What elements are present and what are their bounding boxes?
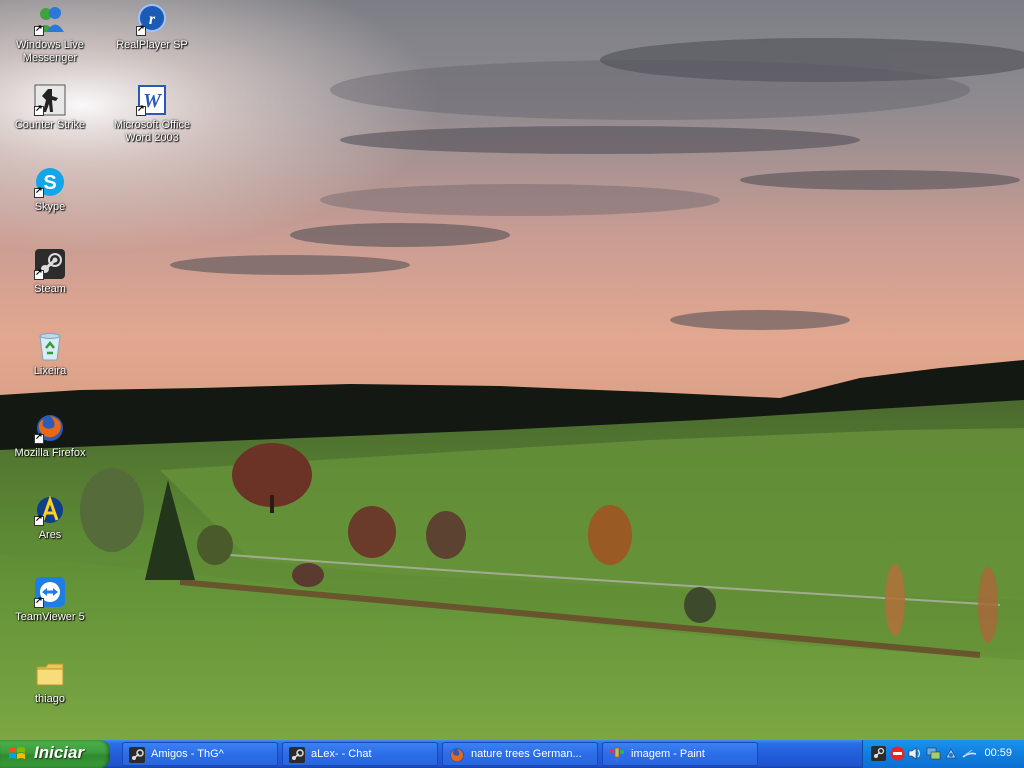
folder-icon <box>34 658 66 690</box>
svg-text:S: S <box>43 172 56 194</box>
messenger-icon <box>34 4 66 36</box>
taskbar-button-amigos[interactable]: Amigos - ThG^ <box>122 742 278 766</box>
counter-strike-icon <box>34 84 66 116</box>
desktop-icon-label: Steam <box>34 283 66 295</box>
desktop-icon-label: RealPlayer SP <box>116 39 188 51</box>
taskbar-button-firefox[interactable]: nature trees German... <box>442 742 598 766</box>
desktop-icon-ares[interactable]: Ares <box>5 494 95 542</box>
volume-icon[interactable] <box>908 746 923 761</box>
desktop-icon-mozilla-firefox[interactable]: Mozilla Firefox <box>5 412 95 460</box>
shortcut-arrow-icon <box>136 23 146 36</box>
pen-icon[interactable] <box>962 746 977 761</box>
desktop-icon-label: Counter Strike <box>14 119 86 131</box>
realplayer-icon: r <box>136 4 168 36</box>
system-tray: 00:59 <box>862 740 1024 768</box>
desktop-icon-recycle-bin[interactable]: Lixeira <box>5 330 95 378</box>
clock[interactable]: 00:59 <box>984 747 1012 759</box>
skype-icon: S <box>34 166 66 198</box>
desktop-icon-label: Mozilla Firefox <box>14 447 86 459</box>
desktop-icon-label: Windows Live Messenger <box>16 39 84 64</box>
network-icon[interactable] <box>926 746 941 761</box>
steam-icon <box>289 747 305 763</box>
desktop-icon-windows-live-messenger[interactable]: Windows Live Messenger <box>5 4 95 65</box>
steam-icon <box>129 747 145 763</box>
stop-tray-icon[interactable] <box>890 746 905 761</box>
shortcut-arrow-icon <box>34 513 44 526</box>
shortcut-arrow-icon <box>34 595 44 608</box>
shortcut-arrow-icon <box>34 431 44 444</box>
desktop-icon-label: Lixeira <box>33 365 67 377</box>
teamviewer-icon <box>34 576 66 608</box>
taskbar-button-label: Amigos - ThG^ <box>151 748 224 760</box>
start-button[interactable]: Iniciar <box>0 740 110 768</box>
taskbar: Iniciar Amigos - ThG^ aLex- - Chat natur… <box>0 740 1024 768</box>
taskbar-button-label: imagem - Paint <box>631 748 705 760</box>
firefox-icon <box>450 748 464 762</box>
desktop-icon-label: Ares <box>38 529 62 541</box>
word-icon: W <box>136 84 168 116</box>
recycle-bin-icon <box>34 330 66 362</box>
network-activity-icon[interactable] <box>944 746 959 761</box>
desktop-icon-teamviewer[interactable]: TeamViewer 5 <box>5 576 95 624</box>
firefox-icon <box>34 412 66 444</box>
steam-icon <box>34 248 66 280</box>
taskbar-button-alex-chat[interactable]: aLex- - Chat <box>282 742 438 766</box>
shortcut-arrow-icon <box>34 103 44 116</box>
paint-icon <box>610 747 624 762</box>
desktop: Windows Live Messenger r RealPlayer SP C… <box>0 0 1024 740</box>
desktop-icon-word-2003[interactable]: W Microsoft Office Word 2003 <box>107 84 197 145</box>
taskbar-button-label: aLex- - Chat <box>311 748 372 760</box>
desktop-icon-skype[interactable]: S Skype <box>5 166 95 214</box>
steam-tray-icon[interactable] <box>871 746 886 761</box>
start-label: Iniciar <box>34 743 85 762</box>
shortcut-arrow-icon <box>34 267 44 280</box>
windows-logo-icon <box>9 747 25 759</box>
desktop-icon-steam[interactable]: Steam <box>5 248 95 296</box>
svg-text:r: r <box>149 11 156 28</box>
taskbar-button-paint[interactable]: imagem - Paint <box>602 742 758 766</box>
desktop-icon-realplayer[interactable]: r RealPlayer SP <box>107 4 197 52</box>
taskbar-button-label: nature trees German... <box>471 748 582 760</box>
shortcut-arrow-icon <box>136 103 146 116</box>
shortcut-arrow-icon <box>34 23 44 36</box>
desktop-icon-counter-strike[interactable]: Counter Strike <box>5 84 95 132</box>
desktop-icon-label: TeamViewer 5 <box>15 611 85 623</box>
desktop-icon-label: thiago <box>35 693 65 705</box>
shortcut-arrow-icon <box>34 185 44 198</box>
desktop-icon-label: Skype <box>34 201 66 213</box>
desktop-icon-thiago-folder[interactable]: thiago <box>5 658 95 706</box>
desktop-icon-label: Microsoft Office Word 2003 <box>113 119 191 144</box>
ares-icon <box>34 494 66 526</box>
